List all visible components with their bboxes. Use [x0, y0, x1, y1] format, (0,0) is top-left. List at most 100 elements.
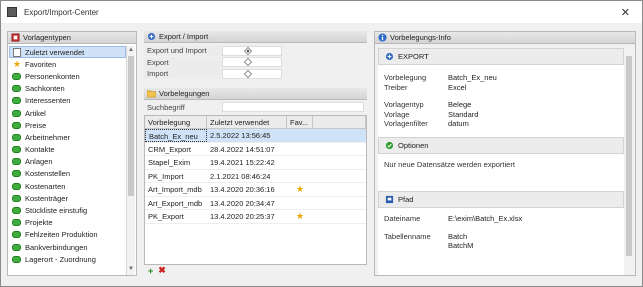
vorlagentyp-item[interactable]: Fehlzeiten Produktion [9, 229, 126, 241]
vorlagentyp-label: Sachkonten [25, 84, 65, 94]
zuletzt-cell: 13.4.2020 20:34:47 [210, 198, 275, 208]
vorlagentyp-label: Stückliste einstufig [25, 206, 88, 216]
radio-diamond-icon[interactable] [243, 69, 253, 78]
search-input[interactable] [222, 102, 364, 112]
vorlagentyp-label: Zuletzt verwendet [25, 47, 85, 57]
favorite-star-icon[interactable]: ★ [287, 210, 313, 223]
vorlagentyp-item[interactable]: Kostenstellen [9, 168, 126, 180]
table-header: Vorbelegung Zuletzt verwendet Fav... [145, 116, 366, 129]
table-row[interactable]: PK_Export 13.4.2020 20:25:37 ★ [145, 210, 366, 224]
info-field-row: Vorlagentyp Belege [378, 100, 624, 110]
info-scroll-thumb[interactable] [626, 56, 632, 256]
green-pill-icon [12, 194, 21, 202]
green-pill-icon [12, 85, 21, 93]
info-field-value: Batch_Ex_neu [448, 73, 497, 82]
pfad-section-title: Pfad [398, 195, 414, 204]
table-row[interactable]: CRM_Export 28.4.2022 14:51:07 [145, 143, 366, 156]
green-pill-icon [12, 207, 21, 215]
table-row[interactable]: PK_Import 2.1.2021 08:46:24 [145, 170, 366, 183]
vorlagentyp-item[interactable]: Lagerort - Zuordnung [9, 253, 126, 265]
green-pill-icon [12, 109, 21, 117]
scroll-down-icon[interactable]: ▼ [127, 266, 135, 274]
info-field-value: datum [448, 119, 469, 128]
green-pill-icon [12, 146, 21, 154]
scroll-up-icon[interactable]: ▲ [127, 47, 135, 55]
vorlagentyp-label: Interessenten [25, 96, 71, 106]
vorlagentyp-item[interactable]: Zuletzt verwendet [9, 46, 126, 59]
vorlagentyp-label: Anlagen [25, 157, 53, 167]
table-row[interactable]: Art_Import_mdb 13.4.2020 20:36:16 ★ [145, 183, 366, 197]
add-icon[interactable]: + [148, 266, 153, 276]
close-button[interactable]: ✕ [621, 6, 630, 19]
options-text-row: Nur neue Datensätze werden exportiert [378, 154, 624, 170]
row-filler [313, 129, 366, 142]
favorite-empty-cell[interactable] [287, 170, 313, 183]
green-pill-icon [12, 97, 21, 105]
zuletzt-cell: 28.4.2022 14:51:07 [210, 144, 275, 154]
favorite-star-icon[interactable]: ★ [287, 183, 313, 196]
vorlagentyp-label: Preise [25, 120, 47, 130]
info-scrollbar[interactable] [625, 46, 634, 275]
app-icon [7, 7, 17, 17]
column-header-vorbelegung[interactable]: Vorbelegung [145, 116, 207, 128]
mode-option-row: Import [144, 68, 367, 79]
vorlagentyp-item[interactable]: Kostenträger [9, 192, 126, 204]
green-pill-icon [12, 121, 21, 129]
favorite-empty-cell[interactable] [287, 197, 313, 210]
column-header-zuletzt[interactable]: Zuletzt verwendet [207, 116, 287, 128]
vorlagentyp-item[interactable]: ★ Favoriten [9, 58, 126, 70]
vorlagentypen-panel: Vorlagentypen Zuletzt verwendet ★ Favorite… [7, 31, 137, 276]
tabellenname-value-2: BatchM [448, 241, 474, 250]
vorbelegungs-info-title: Vorbelegungs-Info [390, 33, 451, 42]
delete-icon[interactable]: ✖ [158, 265, 166, 276]
row-filler [313, 183, 366, 196]
vorlagentyp-item[interactable]: Anlagen [9, 156, 126, 168]
star-icon: ★ [12, 58, 22, 69]
vorlagentyp-label: Favoriten [25, 59, 57, 69]
info-field-label: Vorlage [384, 109, 410, 119]
radio-diamond-icon[interactable] [243, 57, 253, 67]
vorbelegung-cell: Batch_Ex_neu [145, 129, 207, 142]
vorlagentypen-header: Vorlagentypen [8, 32, 136, 44]
info-field-label: Vorlagentyp [384, 100, 424, 109]
radio-diamond-icon[interactable] [243, 46, 253, 55]
column-header-favorit[interactable]: Fav... [287, 116, 313, 128]
vorlagentyp-item[interactable]: Artikel [9, 107, 126, 119]
info-field-row: Vorlagenfilter datum [378, 119, 624, 129]
info-content: EXPORT Vorbelegung Batch_Ex_neu Treiber Exc… [378, 48, 624, 275]
vorlagentypen-list: Zuletzt verwendet ★ Favoriten Personenkonte… [9, 46, 126, 265]
table-row[interactable]: Batch_Ex_neu 2.5.2022 13:56:45 [145, 129, 366, 143]
favorite-empty-cell[interactable] [287, 156, 313, 169]
pfad-section-header: Pfad [378, 191, 624, 208]
vorlagentyp-item[interactable]: Preise [9, 119, 126, 131]
favorite-empty-cell[interactable] [287, 143, 313, 156]
column-header-filler [313, 116, 366, 128]
table-row[interactable]: Stapel_Exim 19.4.2021 15:22:42 [145, 156, 366, 170]
vorbelegungen-header: Vorbelegungen [144, 88, 367, 100]
scroll-thumb[interactable] [128, 56, 134, 196]
vorbelegungs-info-header: Vorbelegungs-Info [375, 32, 635, 44]
vorlagentyp-item[interactable]: Personenkonten [9, 70, 126, 82]
title-bar: Export/Import-Center ✕ [1, 1, 642, 23]
vorlagentyp-item[interactable]: Kontakte [9, 144, 126, 156]
vorlagentyp-item[interactable]: Kostenarten [9, 180, 126, 192]
info-field-row: Vorlage Standard [378, 110, 624, 120]
mode-option-row: Export und Import [144, 45, 367, 56]
vorlagentypen-scrollbar[interactable]: ▲ ▼ [126, 46, 135, 275]
row-filler [313, 156, 366, 169]
vorlagentyp-label: Kostenstellen [25, 169, 71, 179]
favorite-empty-cell[interactable] [287, 129, 313, 142]
export-import-icon [147, 32, 156, 41]
zuletzt-cell: 13.4.2020 20:36:16 [210, 185, 275, 194]
vorlagentyp-item[interactable]: Interessenten [9, 95, 126, 107]
table-row[interactable]: Art_Export_mdb 13.4.2020 20:34:47 [145, 197, 366, 210]
vorlagentyp-item[interactable]: Stückliste einstufig [9, 204, 126, 216]
vorlagentyp-label: Personenkonten [25, 71, 80, 81]
vorlagentyp-item[interactable]: Sachkonten [9, 83, 126, 95]
green-pill-icon [12, 255, 21, 263]
green-pill-icon [12, 133, 21, 141]
info-field-value: Belege [448, 100, 472, 109]
vorlagentyp-item[interactable]: Bankverbindungen [9, 241, 126, 253]
vorlagentyp-item[interactable]: Projekte [9, 217, 126, 229]
vorlagentyp-item[interactable]: Arbeitnehmer [9, 131, 126, 143]
